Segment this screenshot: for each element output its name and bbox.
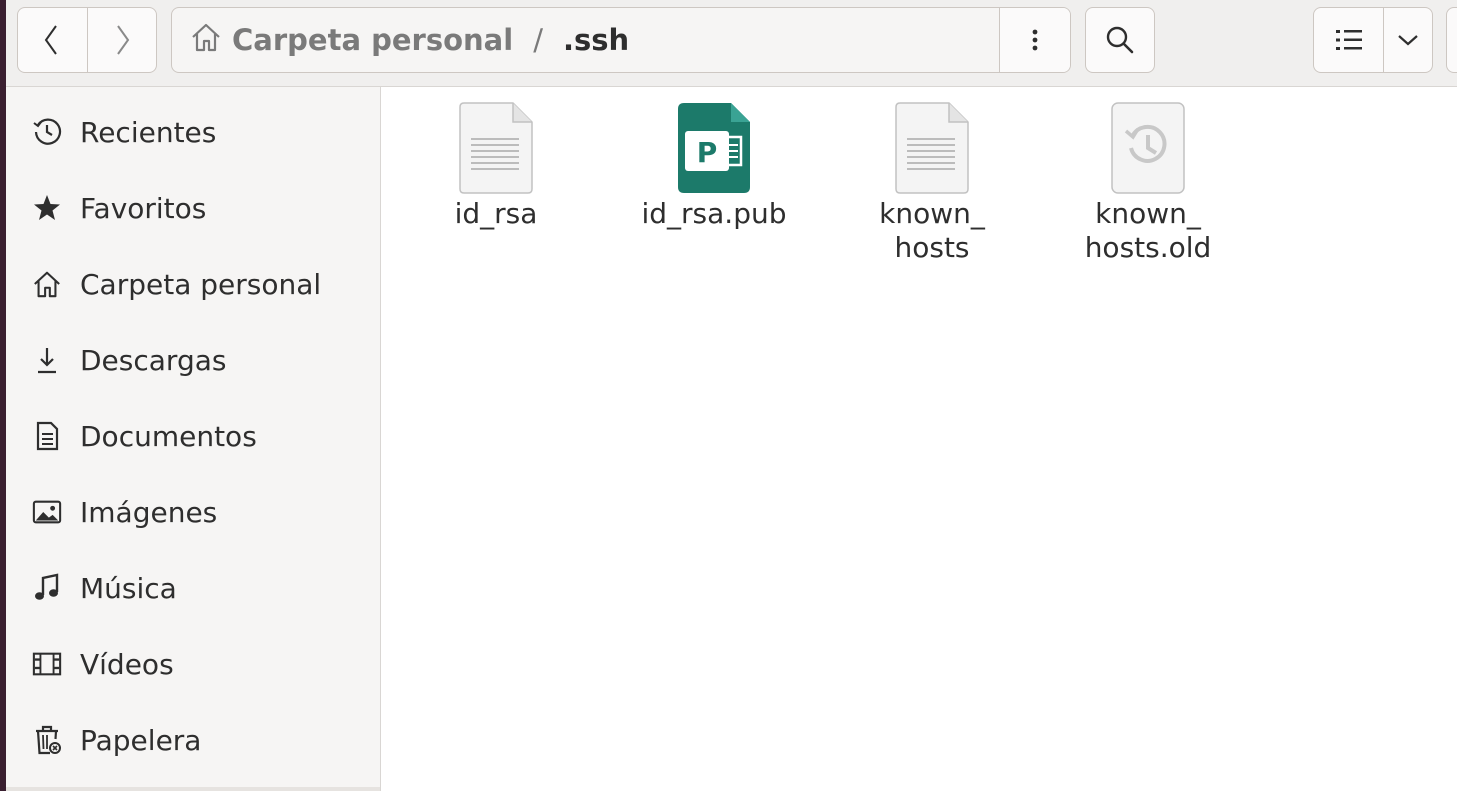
- image-icon: [32, 497, 62, 527]
- chevron-right-icon: [116, 25, 129, 55]
- forward-button[interactable]: [86, 8, 157, 72]
- sidebar-item-label: Recientes: [80, 115, 217, 149]
- sidebar-item-documentos[interactable]: Documentos: [6, 406, 380, 466]
- file-item-known-hosts[interactable]: known_ hosts: [847, 87, 1017, 265]
- breadcrumb-home[interactable]: Carpeta personal: [232, 23, 513, 57]
- home-icon: [32, 269, 62, 299]
- path-bar: Carpeta personal / .ssh: [171, 7, 1071, 73]
- sidebar-item-label: Documentos: [80, 419, 257, 453]
- sidebar-item-descargas[interactable]: Descargas: [6, 330, 380, 390]
- sidebar-item-label: Descargas: [80, 343, 227, 377]
- chevron-down-icon: [1398, 35, 1418, 46]
- navigation-buttons: [17, 7, 157, 73]
- file-name: id_rsa.pub: [641, 197, 787, 230]
- sidebar-item-videos[interactable]: Vídeos: [6, 634, 380, 694]
- star-icon: [32, 193, 62, 223]
- file-view: id_rsa P id_rsa.pub known_ hosts known_ …: [381, 87, 1457, 791]
- svg-text:P: P: [697, 136, 718, 169]
- sidebar-item-papelera[interactable]: Papelera: [6, 710, 380, 770]
- back-button[interactable]: [18, 8, 87, 72]
- chevron-left-icon: [45, 25, 58, 55]
- sidebar-item-musica[interactable]: Música: [6, 558, 380, 618]
- view-options: [1313, 7, 1433, 73]
- backup-file-icon: [1109, 101, 1187, 195]
- sidebar-item-label: Carpeta personal: [80, 267, 322, 301]
- list-view-button[interactable]: [1314, 8, 1383, 72]
- file-item-id-rsa-pub[interactable]: P id_rsa.pub: [629, 87, 799, 231]
- download-icon: [32, 345, 62, 375]
- clock-icon: [32, 117, 62, 147]
- file-name-line2: hosts.old: [1084, 231, 1212, 264]
- document-icon: [32, 421, 62, 451]
- sidebar-item-label: Imágenes: [80, 495, 218, 529]
- publisher-file-icon: P: [675, 101, 753, 195]
- list-icon: [1335, 30, 1362, 50]
- home-icon[interactable]: [190, 22, 222, 59]
- breadcrumb: Carpeta personal / .ssh: [172, 8, 999, 72]
- breadcrumb-separator: /: [533, 23, 543, 57]
- search-button[interactable]: [1085, 7, 1155, 73]
- sidebar-item-carpeta-personal[interactable]: Carpeta personal: [6, 254, 380, 314]
- file-name-line1: known_: [1095, 197, 1201, 230]
- music-icon: [32, 573, 62, 603]
- text-file-icon: [457, 101, 535, 195]
- sidebar-item-favoritos[interactable]: Favoritos: [6, 178, 380, 238]
- sidebar: Recientes Favoritos Carpeta personal Des…: [6, 87, 381, 791]
- sidebar-item-imagenes[interactable]: Imágenes: [6, 482, 380, 542]
- sidebar-bottom-divider: [6, 787, 380, 791]
- view-dropdown-button[interactable]: [1383, 8, 1432, 72]
- sidebar-item-label: Vídeos: [80, 647, 174, 681]
- header-bar: Carpeta personal / .ssh: [6, 0, 1457, 87]
- sidebar-item-label: Música: [80, 571, 177, 605]
- window-menu-button[interactable]: [1446, 7, 1457, 73]
- file-name: id_rsa: [454, 197, 538, 230]
- vertical-ellipsis-icon: [1032, 29, 1038, 51]
- path-menu-button[interactable]: [999, 8, 1070, 72]
- file-name-line2: hosts: [894, 231, 970, 264]
- file-item-known-hosts-old[interactable]: known_ hosts.old: [1063, 87, 1233, 265]
- text-file-icon: [893, 101, 971, 195]
- breadcrumb-current[interactable]: .ssh: [563, 23, 629, 57]
- file-item-id-rsa[interactable]: id_rsa: [411, 87, 581, 231]
- search-icon: [1106, 26, 1134, 54]
- trash-icon: [32, 725, 62, 755]
- sidebar-item-recientes[interactable]: Recientes: [6, 102, 380, 162]
- sidebar-item-label: Papelera: [80, 723, 202, 757]
- film-icon: [32, 649, 62, 679]
- sidebar-item-label: Favoritos: [80, 191, 207, 225]
- file-name-line1: known_: [879, 197, 985, 230]
